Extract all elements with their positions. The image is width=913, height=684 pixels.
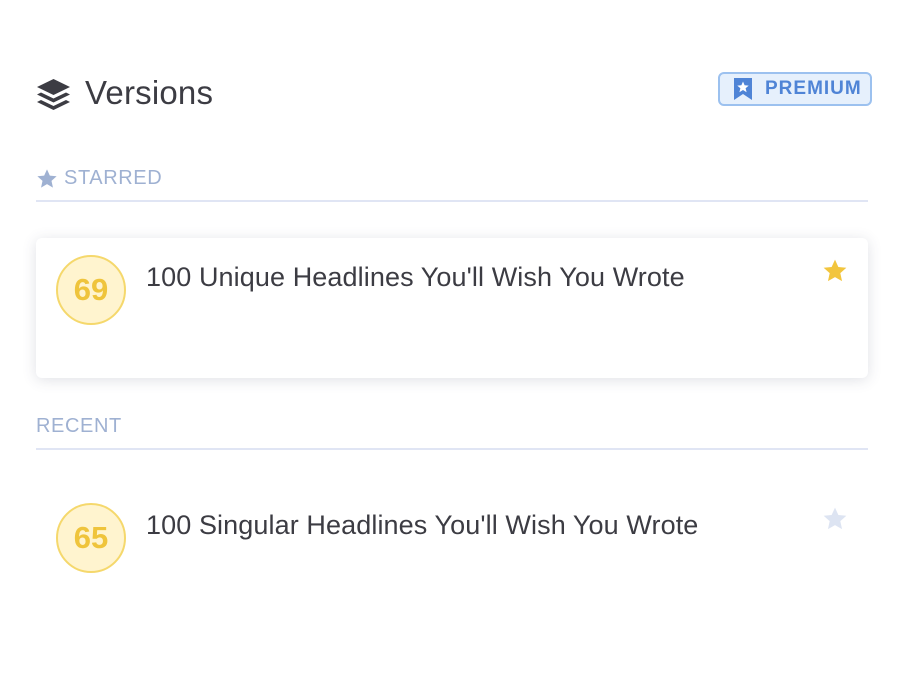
bookmark-star-icon [734,78,752,100]
score-badge: 65 [56,503,126,573]
recent-label: RECENT [36,415,122,437]
starred-section-header: STARRED [36,166,868,202]
version-card-recent[interactable]: 65 100 Singular Headlines You'll Wish Yo… [36,486,868,626]
starred-star-icon[interactable] [822,258,848,284]
star-icon [37,169,57,188]
versions-header: Versions PREMIUM [36,66,874,118]
version-card-starred[interactable]: 69 100 Unique Headlines You'll Wish You … [36,238,868,378]
layers-icon [37,79,70,110]
version-headline: 100 Singular Headlines You'll Wish You W… [146,510,699,540]
recent-section-header: RECENT [36,414,868,450]
unstarred-star-icon[interactable] [822,506,848,532]
version-headline: 100 Unique Headlines You'll Wish You Wro… [146,262,685,292]
premium-badge[interactable]: PREMIUM [718,72,872,106]
starred-label: STARRED [64,167,163,189]
score-badge: 69 [56,255,126,325]
page-title: Versions [85,74,214,111]
premium-label: PREMIUM [765,78,862,99]
